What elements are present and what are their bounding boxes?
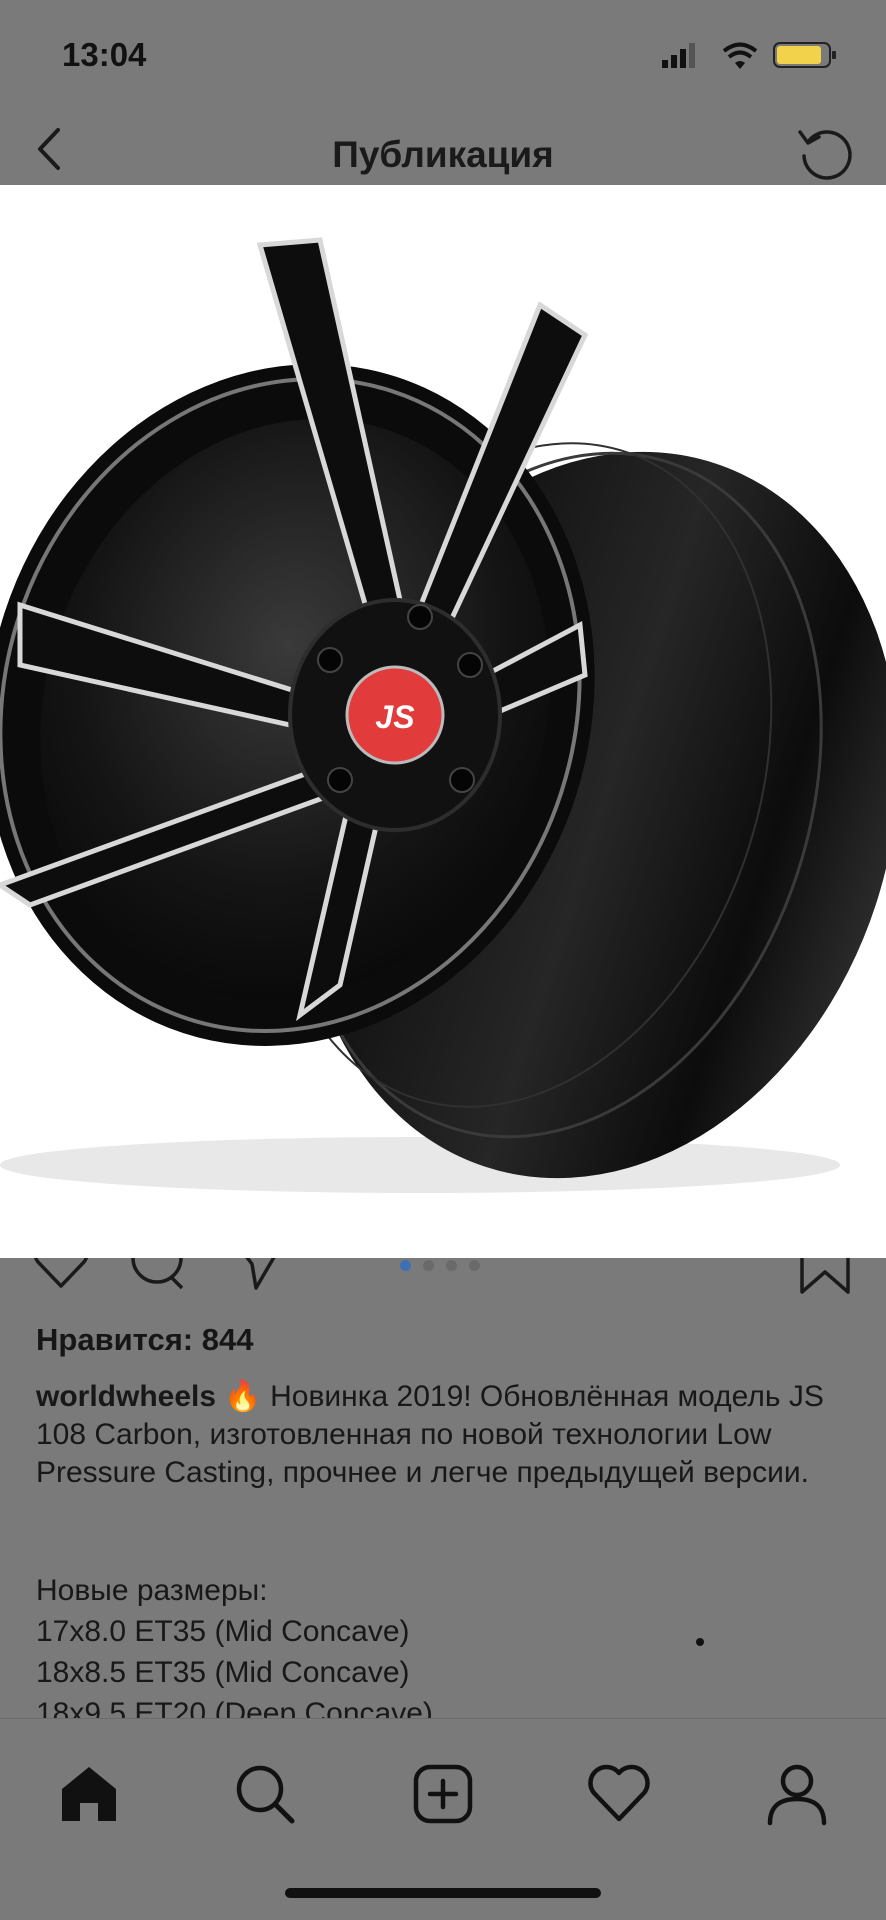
carousel-dot: [423, 1260, 434, 1271]
likes-count[interactable]: Нравится: 844: [36, 1322, 253, 1358]
refresh-icon[interactable]: [794, 122, 856, 184]
carousel-dot: [469, 1260, 480, 1271]
like-heart-icon[interactable]: [30, 1258, 92, 1292]
sizes-heading: Новые размеры:: [36, 1574, 268, 1607]
comment-icon[interactable]: [126, 1258, 188, 1292]
carousel-dot: [446, 1260, 457, 1271]
list-item: 17x8.0 ET35 (Mid Concave): [36, 1615, 410, 1648]
wifi-icon: [722, 42, 758, 69]
home-indicator: [285, 1888, 601, 1898]
activity-heart-icon[interactable]: [584, 1759, 654, 1829]
new-post-icon[interactable]: [408, 1759, 478, 1829]
decorative-dot: [696, 1638, 704, 1646]
profile-icon[interactable]: [762, 1759, 832, 1829]
post-image[interactable]: JS: [0, 185, 886, 1258]
status-time: 13:04: [62, 36, 147, 73]
home-icon[interactable]: [54, 1759, 124, 1829]
nav-bar: Публикация: [0, 110, 886, 185]
search-icon[interactable]: [230, 1759, 300, 1829]
share-send-icon[interactable]: [228, 1258, 290, 1292]
list-item: 18x8.5 ET35 (Mid Concave): [36, 1656, 410, 1689]
fire-emoji: 🔥: [224, 1380, 262, 1413]
js-logo-text: JS: [375, 699, 415, 735]
carousel-dot-active: [400, 1260, 411, 1271]
post-actions: [0, 1258, 886, 1298]
status-bar: 13:04: [0, 0, 886, 110]
cellular-signal-icon: [662, 43, 695, 68]
caption-username[interactable]: worldwheels: [36, 1380, 216, 1413]
page-title: Публикация: [332, 134, 554, 175]
sizes-list: Новые размеры: 17x8.0 ET35 (Mid Concave)…: [36, 1570, 856, 1720]
battery-icon: [773, 42, 836, 68]
bookmark-icon[interactable]: [798, 1258, 852, 1296]
status-icons: [662, 42, 836, 69]
post-caption: worldwheels 🔥 Новинка 2019! Обновлённая …: [36, 1378, 856, 1492]
carousel-dots: [400, 1258, 492, 1272]
wheel-photo: JS: [0, 237, 886, 1193]
list-item: 18x9.5 ET20 (Deep Concave): [36, 1697, 433, 1720]
